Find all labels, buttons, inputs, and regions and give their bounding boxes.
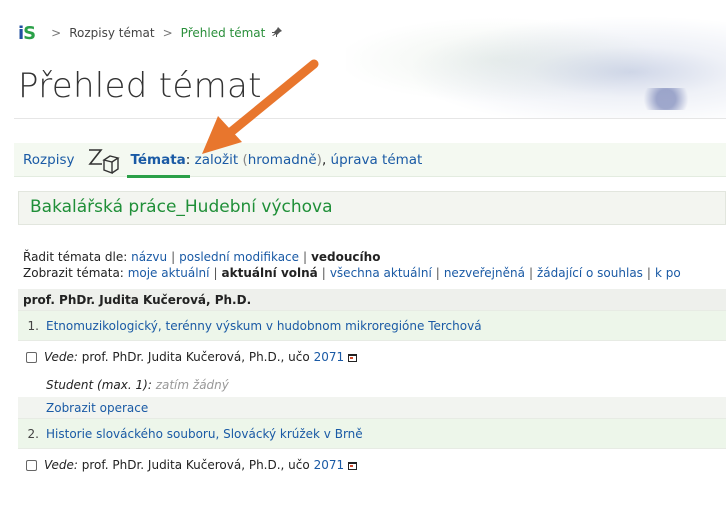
tab-rozpisy[interactable]: Rozpisy <box>23 152 74 168</box>
show-all-current[interactable]: všechna aktuální <box>330 266 432 280</box>
is-logo[interactable]: iS <box>18 23 36 44</box>
section-header: Bakalářská práce_Hudební výchova <box>18 191 726 225</box>
show-options: Zobrazit témata: moje aktuální | aktuální … <box>23 266 681 280</box>
student-label: Student (max. 1): <box>46 378 152 392</box>
table-row: Vede: prof. PhDr. Judita Kučerová, Ph.D.… <box>18 449 726 481</box>
sort-by-name[interactable]: názvu <box>131 250 167 264</box>
topic-title-link[interactable]: Historie slováckého souboru, Slovácký kr… <box>46 427 363 441</box>
hromadne-link[interactable]: hromadně <box>248 152 317 168</box>
student-value: zatím žádný <box>155 378 229 392</box>
sort-options: Řadit témata dle: názvu | poslední modifik… <box>23 250 381 264</box>
pin-icon-svg <box>272 26 283 37</box>
mail-icon[interactable] <box>348 354 358 362</box>
pin-icon[interactable] <box>272 26 283 40</box>
breadcrumb-prehled-temat: Přehled témat <box>180 26 266 40</box>
topic-title-link[interactable]: Etnomuzikologický, terénny výskum v hudo… <box>46 319 482 333</box>
tab-temata[interactable]: Témata <box>127 152 191 178</box>
table-row: Vede: prof. PhDr. Judita Kučerová, Ph.D.… <box>18 341 726 373</box>
show-current-free: aktuální volná <box>221 266 318 280</box>
breadcrumb-rozpisy-temat[interactable]: Rozpisy témat <box>69 26 154 40</box>
show-requesting-approval[interactable]: žádající o souhlas <box>537 266 643 280</box>
mail-icon[interactable] <box>348 462 358 470</box>
vede-name: prof. PhDr. Judita Kučerová, Ph.D., učo <box>81 458 310 472</box>
show-prefix: Zobrazit témata: <box>23 266 124 280</box>
chevron-right-icon: > <box>162 26 173 40</box>
topic-checkbox[interactable] <box>18 351 44 363</box>
show-unpublished[interactable]: nezveřejněná <box>444 266 525 280</box>
vede-label: Vede: <box>44 458 78 472</box>
show-k-po[interactable]: k po <box>655 266 681 280</box>
show-my-current[interactable]: moje aktuální <box>128 266 210 280</box>
zalozit-link[interactable]: založit <box>195 152 239 168</box>
tab-comma: , <box>321 151 327 168</box>
topics-icon <box>88 148 121 174</box>
breadcrumb: iS > Rozpisy témat > Přehled témat <box>18 22 283 44</box>
header-flower-image <box>636 88 696 110</box>
checkbox-box[interactable] <box>25 351 37 363</box>
topic-number: 2. <box>27 426 39 441</box>
table-row: 2. Historie slováckého souboru, Slovácký… <box>18 419 726 449</box>
table-row: Student (max. 1): zatím žádný <box>18 373 726 397</box>
topic-checkbox[interactable] <box>18 459 44 471</box>
tab-colon: : <box>185 151 191 168</box>
topic-number: 1. <box>27 318 39 333</box>
sort-by-modified[interactable]: poslední modifikace <box>179 250 299 264</box>
sort-prefix: Řadit témata dle: <box>23 250 128 264</box>
checkbox-box[interactable] <box>25 459 37 471</box>
uprava-temat-link[interactable]: úprava témat <box>331 152 423 168</box>
table-row: Zobrazit operace <box>18 397 726 419</box>
vede-label: Vede: <box>44 350 78 364</box>
sort-by-supervisor: vedoucího <box>311 250 381 264</box>
tabs-row: Rozpisy Témata : založit (hromadně), úpr… <box>14 143 726 178</box>
supervisor-name: prof. PhDr. Judita Kučerová, Ph.D. <box>23 292 252 307</box>
show-operations-link[interactable]: Zobrazit operace <box>46 401 148 415</box>
page-title: Přehled témat <box>18 66 262 106</box>
main-content: Rozpisy Témata : založit (hromadně), úpr… <box>14 118 726 508</box>
uco-link[interactable]: 2071 <box>314 458 345 472</box>
chevron-right-icon: > <box>51 26 62 40</box>
table-row: 1. Etnomuzikologický, terénny výskum v h… <box>18 311 726 341</box>
uco-link[interactable]: 2071 <box>314 350 345 364</box>
supervisor-group-header: prof. PhDr. Judita Kučerová, Ph.D. <box>18 289 726 311</box>
topics-table: prof. PhDr. Judita Kučerová, Ph.D. 1. Et… <box>18 289 726 481</box>
vede-name: prof. PhDr. Judita Kučerová, Ph.D., učo <box>81 350 310 364</box>
section-title: Bakalářská práce_Hudební výchova <box>30 197 333 217</box>
